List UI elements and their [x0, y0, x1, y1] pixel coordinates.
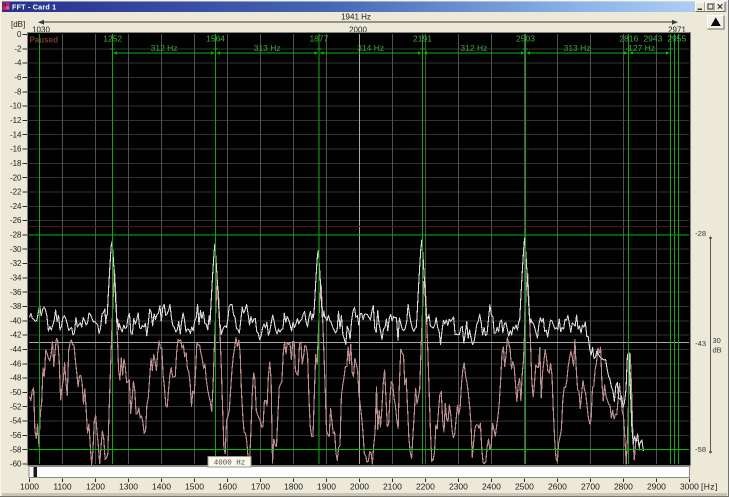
svg-text:-36: -36: [10, 288, 22, 297]
svg-text:dB: dB: [713, 346, 722, 355]
svg-text:314 Hz: 314 Hz: [357, 43, 384, 53]
svg-text:2503: 2503: [516, 34, 535, 44]
svg-text:2955: 2955: [667, 34, 686, 44]
svg-text:1000: 1000: [20, 482, 39, 492]
svg-text:-30: -30: [10, 245, 22, 254]
svg-text:-58: -58: [695, 445, 706, 454]
svg-text:127 Hz: 127 Hz: [628, 43, 655, 53]
svg-text:4000 Hz: 4000 Hz: [214, 460, 246, 468]
svg-text:-38: -38: [10, 302, 22, 311]
svg-text:-58: -58: [10, 445, 22, 454]
svg-text:2500: 2500: [515, 482, 534, 492]
svg-text:[Hz]: [Hz]: [701, 482, 718, 492]
svg-text:-32: -32: [10, 259, 22, 268]
svg-text:-34: -34: [10, 274, 22, 283]
svg-text:1877: 1877: [309, 34, 328, 44]
svg-text:1600: 1600: [218, 482, 237, 492]
svg-text:-22: -22: [10, 188, 22, 197]
svg-text:1500: 1500: [185, 482, 204, 492]
svg-text:1800: 1800: [284, 482, 303, 492]
svg-text:2700: 2700: [581, 482, 600, 492]
svg-text:[dB]: [dB]: [11, 20, 25, 29]
svg-text:312 Hz: 312 Hz: [151, 43, 178, 53]
svg-text:-42: -42: [10, 331, 22, 340]
svg-text:-44: -44: [10, 345, 22, 354]
svg-text:-43: -43: [695, 339, 706, 348]
svg-text:-50: -50: [10, 388, 22, 397]
svg-text:2300: 2300: [449, 482, 468, 492]
svg-text:-12: -12: [10, 116, 22, 125]
svg-text:-48: -48: [10, 374, 22, 383]
svg-text:-2: -2: [14, 44, 22, 53]
svg-text:1100: 1100: [53, 482, 72, 492]
svg-text:313 Hz: 313 Hz: [254, 43, 281, 53]
svg-text:FFT - Card 1: FFT - Card 1: [12, 2, 56, 11]
svg-text:-8: -8: [14, 87, 22, 96]
svg-text:-26: -26: [10, 216, 22, 225]
svg-text:1400: 1400: [152, 482, 171, 492]
svg-text:1300: 1300: [119, 482, 138, 492]
svg-text:2800: 2800: [614, 482, 633, 492]
svg-text:2400: 2400: [482, 482, 501, 492]
svg-text:1941 Hz: 1941 Hz: [341, 13, 371, 22]
svg-text:-16: -16: [10, 145, 22, 154]
svg-text:2943: 2943: [643, 34, 662, 44]
svg-text:-40: -40: [10, 316, 22, 325]
svg-text:313 Hz: 313 Hz: [564, 43, 591, 53]
svg-text:2816: 2816: [619, 34, 638, 44]
svg-text:2900: 2900: [647, 482, 666, 492]
svg-text:2191: 2191: [413, 34, 432, 44]
svg-text:-28: -28: [695, 229, 706, 238]
svg-text:-52: -52: [10, 402, 22, 411]
svg-text:312 Hz: 312 Hz: [460, 43, 487, 53]
svg-text:2600: 2600: [548, 482, 567, 492]
svg-text:30: 30: [713, 336, 721, 345]
svg-text:-18: -18: [10, 159, 22, 168]
svg-text:1900: 1900: [317, 482, 336, 492]
svg-text:3000: 3000: [680, 482, 699, 492]
svg-text:1252: 1252: [103, 34, 122, 44]
svg-text:Paused: Paused: [30, 36, 59, 45]
svg-text:-46: -46: [10, 359, 22, 368]
svg-text:2200: 2200: [416, 482, 435, 492]
svg-text:-28: -28: [10, 231, 22, 240]
svg-text:-10: -10: [10, 102, 22, 111]
svg-text:-4: -4: [14, 59, 22, 68]
svg-text:1200: 1200: [86, 482, 105, 492]
svg-text:0: 0: [17, 30, 22, 39]
svg-text:1700: 1700: [251, 482, 270, 492]
svg-text:-24: -24: [10, 202, 22, 211]
svg-text:-56: -56: [10, 431, 22, 440]
svg-text:1564: 1564: [206, 34, 225, 44]
svg-text:-60: -60: [10, 460, 22, 469]
svg-text:-54: -54: [10, 417, 22, 426]
svg-text:2000: 2000: [350, 482, 369, 492]
svg-text:-6: -6: [14, 73, 22, 82]
svg-text:-14: -14: [10, 130, 22, 139]
svg-text:-20: -20: [10, 173, 22, 182]
svg-text:2100: 2100: [383, 482, 402, 492]
